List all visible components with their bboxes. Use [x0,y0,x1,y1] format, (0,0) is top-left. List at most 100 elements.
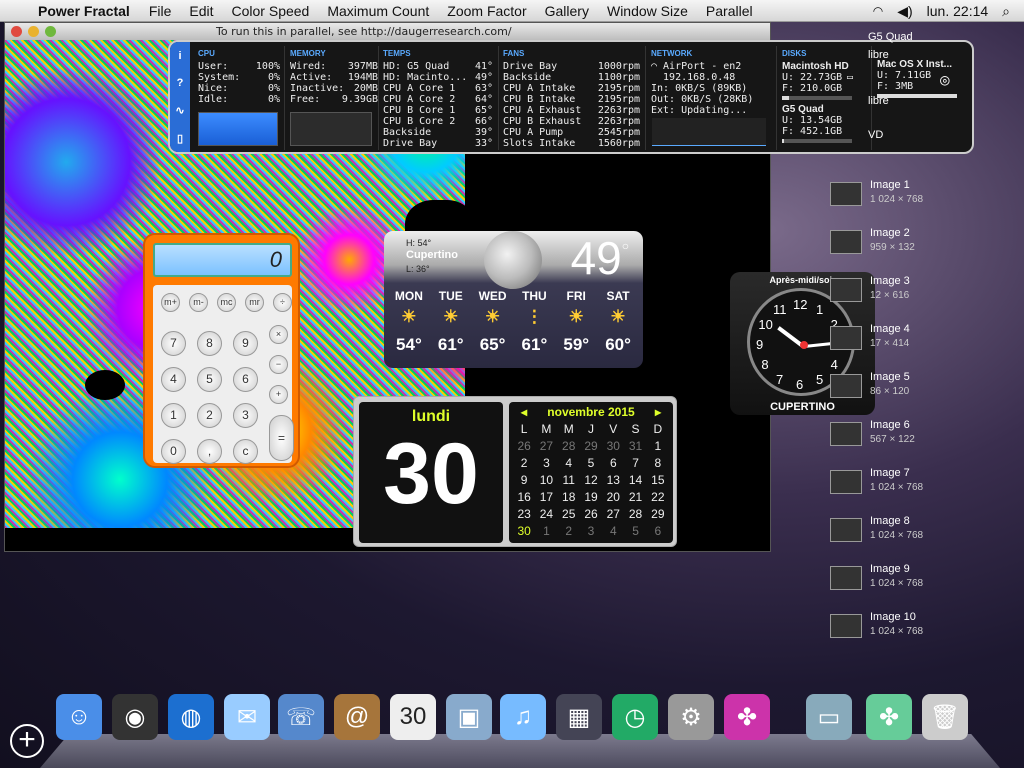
calc-key[interactable]: c [233,439,258,464]
system-preferences-icon[interactable]: ⚙ [668,694,714,740]
fractal-doc-icon[interactable]: ✤ [866,694,912,740]
address-book-icon[interactable]: @ [334,694,380,740]
calendar-day[interactable]: 30 [602,438,624,455]
calendar-day[interactable]: 1 [535,523,557,540]
dashboard-add-widget-button[interactable]: + [10,724,44,758]
calendar-today[interactable]: 30 [513,523,535,540]
desktop-file[interactable]: Image 1 1 024 × 768 [828,178,1018,222]
calc-key[interactable]: 3 [233,403,258,428]
desktop-file[interactable]: Image 5 86 × 120 [828,370,1018,414]
calendar-day[interactable]: 28 [558,438,580,455]
calc-key[interactable]: m- [189,293,208,312]
power-fractal-icon[interactable]: ✤ [724,694,770,740]
desktop-file[interactable]: Image 10 1 024 × 768 [828,610,1018,654]
calendar-day[interactable]: 1 [647,438,669,455]
calc-key[interactable]: mr [245,293,264,312]
desktop-file[interactable]: Image 2 959 × 132 [828,226,1018,270]
calc-key[interactable]: 4 [161,367,186,392]
menu-item-6[interactable]: Window Size [598,3,697,19]
calc-key[interactable]: × [269,325,288,344]
menu-item-1[interactable]: Edit [180,3,222,19]
calc-key[interactable]: 2 [197,403,222,428]
calendar-day[interactable]: 9 [513,472,535,489]
desktop-file[interactable]: libre [828,48,1018,92]
dashboard-icon[interactable]: ◉ [112,694,158,740]
calc-key[interactable]: 0 [161,439,186,464]
calendar-day[interactable]: 6 [602,455,624,472]
calc-key[interactable]: ÷ [273,293,292,312]
desktop-file[interactable]: Image 7 1 024 × 768 [828,466,1018,510]
airport-icon[interactable]: ◠ [873,4,883,18]
calendar-day[interactable]: 15 [647,472,669,489]
calendar-day[interactable]: 7 [624,455,646,472]
calendar-day[interactable]: 19 [580,489,602,506]
trash-icon[interactable]: 🗑 [922,694,968,740]
calendar-day[interactable]: 5 [580,455,602,472]
calendar-day[interactable]: 26 [580,506,602,523]
calendar-day[interactable]: 31 [624,438,646,455]
documents-folder-icon[interactable]: ▭ [806,694,852,740]
desktop-file[interactable]: Image 9 1 024 × 768 [828,562,1018,606]
menu-item-2[interactable]: Color Speed [223,3,319,19]
spaces-icon[interactable]: ▦ [556,694,602,740]
calendar-day[interactable]: 21 [624,489,646,506]
calendar-day[interactable]: 2 [513,455,535,472]
calendar-day[interactable]: 8 [647,455,669,472]
mail-icon[interactable]: ✉ [224,694,270,740]
calc-key[interactable]: 8 [197,331,222,356]
calendar-day[interactable]: 3 [580,523,602,540]
desktop-file[interactable]: Image 6 567 × 122 [828,418,1018,462]
calendar-day[interactable]: 27 [535,438,557,455]
menu-item-5[interactable]: Gallery [536,3,598,19]
calendar-day[interactable]: 28 [624,506,646,523]
ichat-icon[interactable]: ☏ [278,694,324,740]
close-button[interactable] [11,26,22,37]
minimize-button[interactable] [28,26,39,37]
calendar-day[interactable]: 4 [558,455,580,472]
zoom-button[interactable] [45,26,56,37]
calendar-day[interactable]: 10 [535,472,557,489]
iphoto-icon[interactable]: ▣ [446,694,492,740]
calendar-day[interactable]: 14 [624,472,646,489]
calendar-day[interactable]: 23 [513,506,535,523]
calendar-day[interactable]: 12 [580,472,602,489]
calc-key[interactable]: = [269,415,294,461]
help-icon[interactable]: ? [177,77,184,89]
desktop-file[interactable]: Image 8 1 024 × 768 [828,514,1018,558]
calendar-day[interactable]: 22 [647,489,669,506]
calc-key[interactable]: 6 [233,367,258,392]
calendar-day[interactable]: 20 [602,489,624,506]
ical-widget[interactable]: lundi 30 ◂ novembre 2015 ▸ L M M J V S D 26 27 28… [353,396,677,547]
calendar-day[interactable]: 5 [624,523,646,540]
calendar-day[interactable]: 13 [602,472,624,489]
window-titlebar[interactable]: To run this in parallel, see http://daug… [5,23,770,40]
menu-item-0[interactable]: File [140,3,181,19]
battery-icon[interactable]: ▯ [177,132,183,145]
app-menu[interactable]: Power Fractal [36,3,140,19]
calc-key[interactable]: , [197,439,222,464]
calc-key[interactable]: mc [217,293,236,312]
safari-icon[interactable]: ◍ [168,694,214,740]
calc-key[interactable]: 5 [197,367,222,392]
volume-icon[interactable]: ◀) [897,3,912,20]
ical-icon[interactable]: 30 [390,694,436,740]
calendar-day[interactable]: 27 [602,506,624,523]
calculator-widget[interactable]: 0 m+ m-mc mr ÷ 7 8 9 × 4 5 6− 1 2 3 +0, c = [143,233,300,468]
desktop-file[interactable]: Image 3 12 × 616 [828,274,1018,318]
calendar-day[interactable]: 24 [535,506,557,523]
calendar-day[interactable]: 16 [513,489,535,506]
day-flip[interactable]: lundi 30 [359,402,503,543]
menubar-clock[interactable]: lun. 22:14 [927,3,989,19]
calendar-day[interactable]: 18 [558,489,580,506]
itunes-icon[interactable]: ♫ [500,694,546,740]
prev-month-arrow-icon[interactable]: ◂ [521,405,527,419]
menu-item-3[interactable]: Maximum Count [318,3,438,19]
calc-key[interactable]: − [269,355,288,374]
next-month-arrow-icon[interactable]: ▸ [655,405,661,419]
calendar-day[interactable]: 26 [513,438,535,455]
calc-key[interactable]: 1 [161,403,186,428]
istat-sidebar[interactable]: i ? ∿ ▯ [170,42,190,152]
menu-item-7[interactable]: Parallel [697,3,762,19]
weather-widget[interactable]: H: 54° Cupertino L: 36° 49○ MON ☀ 54° TUE ☀ 6… [384,231,643,368]
calc-key[interactable]: 7 [161,331,186,356]
